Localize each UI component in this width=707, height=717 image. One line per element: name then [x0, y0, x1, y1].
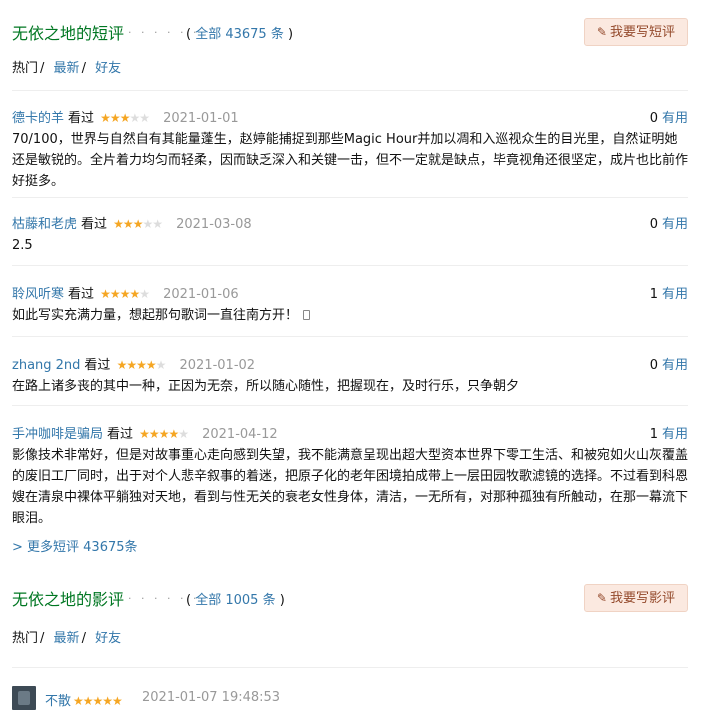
write-short-comment-label: 我要写短评	[609, 25, 675, 40]
short-comments-title: 无依之地的短评	[12, 24, 125, 43]
useful-vote[interactable]: 0 有用	[650, 107, 688, 126]
comment-item: 德卡的羊 看过 ★★★★★ 2021-01-01 0 有用 70/100，世界与自然…	[12, 107, 688, 192]
divider	[12, 265, 688, 266]
watched-label: 看过	[107, 427, 134, 442]
review-time: 2021-01-07 19:48:53	[142, 690, 281, 705]
tab-separator: /	[40, 61, 45, 76]
comment-user[interactable]: zhang 2nd	[12, 358, 80, 373]
all-short-comments-link[interactable]: 全部 43675 条	[195, 27, 284, 42]
useful-vote[interactable]: 1 有用	[650, 423, 688, 442]
comment-text: 影像技术非常好，但是对故事重心走向感到失望，我不能满意呈现出超大型资本世界下零工…	[12, 448, 689, 526]
count-prefix: (	[186, 593, 196, 608]
watched-label: 看过	[84, 358, 111, 373]
useful-count: 1	[649, 427, 658, 442]
tab-separator: /	[81, 61, 86, 76]
tab-friends[interactable]: 好友	[95, 631, 121, 646]
tab-separator: /	[40, 631, 45, 646]
comment-user[interactable]: 枯藤和老虎	[12, 217, 77, 232]
review-user-wrap: 不散 ★★★★★	[45, 690, 123, 709]
comment-user[interactable]: 聆风听寒	[12, 287, 64, 302]
useful-label: 有用	[661, 287, 688, 302]
watched-label: 看过	[68, 287, 95, 302]
comment-text: 如此写实充满力量，想起那句歌词一直往南方开！	[12, 308, 299, 323]
tab-hot[interactable]: 热门	[12, 61, 38, 76]
rating-stars: ★★★★★	[116, 358, 167, 372]
comment-time: 2021-01-02	[179, 358, 256, 373]
review-item: 不散 ★★★★★ 2021-01-07 19:48:53	[12, 686, 688, 712]
short-comments-section: 无依之地的短评 · · · · · · ( 全部 43675 条 ) ✎ 我要写短…	[12, 18, 688, 46]
useful-label: 有用	[661, 427, 688, 442]
tab-latest[interactable]: 最新	[54, 61, 80, 76]
comment-text-wrap: 如此写实充满力量，想起那句歌词一直往南方开！	[12, 305, 688, 326]
tab-hot[interactable]: 热门	[12, 631, 38, 646]
comment-item: 聆风听寒 看过 ★★★★★ 2021-01-06 1 有用 如此写实充满力量，想起那…	[12, 283, 688, 326]
tab-separator: /	[81, 631, 86, 646]
tab-friends[interactable]: 好友	[95, 61, 121, 76]
comment-user[interactable]: 手冲咖啡是骗局	[12, 427, 103, 442]
rating-stars: ★★★★★	[139, 427, 189, 441]
useful-count: 0	[649, 217, 658, 232]
useful-vote[interactable]: 0 有用	[650, 354, 688, 373]
useful-label: 有用	[661, 111, 688, 126]
reviews-count: ( 全部 1005 条 )	[186, 589, 285, 608]
tab-latest[interactable]: 最新	[54, 631, 80, 646]
comment-item: zhang 2nd 看过 ★★★★★ 2021-01-02 0 有用 在路上诸多丧的…	[12, 354, 688, 397]
useful-count: 0	[649, 358, 658, 373]
count-prefix: (	[186, 27, 196, 42]
short-comments-tabs: 热门 / 最新 / 好友	[12, 57, 121, 76]
useful-count: 0	[649, 111, 658, 126]
comment-text: 70/100，世界与自然自有其能量蓬生，赵婷能捕捉到那些Magic Hour并加…	[12, 132, 689, 189]
reviews-section: 无依之地的影评 · · · · · · ( 全部 1005 条 ) ✎ 我要写影评	[12, 584, 688, 612]
mobile-phone-icon	[303, 310, 311, 320]
more-short-comments-link[interactable]: > 更多短评 43675条	[12, 536, 138, 555]
divider	[12, 90, 688, 91]
all-reviews-link[interactable]: 全部 1005 条	[195, 593, 275, 608]
write-review-label: 我要写影评	[609, 591, 675, 606]
divider	[12, 197, 688, 198]
short-comments-count: ( 全部 43675 条 )	[186, 23, 293, 42]
comment-time: 2021-01-01	[163, 111, 239, 126]
rating-stars: ★★★★★	[73, 694, 123, 708]
count-suffix: )	[275, 593, 285, 608]
comment-user[interactable]: 德卡的羊	[12, 111, 64, 126]
short-comments-header: 无依之地的短评 · · · · · · ( 全部 43675 条 ) ✎ 我要写短…	[12, 18, 688, 46]
rating-stars: ★★★★★	[100, 287, 150, 301]
useful-vote[interactable]: 0 有用	[650, 213, 688, 232]
rating-stars: ★★★★★	[113, 217, 163, 231]
comment-text: 在路上诸多丧的其中一种，正因为无奈，所以随心随性，把握现在，及时行乐，只争朝夕	[12, 379, 520, 394]
divider	[12, 667, 688, 668]
comment-time: 2021-03-08	[176, 217, 252, 232]
pencil-icon: ✎	[596, 25, 607, 39]
count-suffix: )	[283, 27, 294, 42]
reviews-tabs: 热门 / 最新 / 好友	[12, 627, 121, 646]
review-user[interactable]: 不散	[45, 694, 71, 709]
comment-text: 2.5	[12, 238, 33, 253]
rating-stars: ★★★★★	[100, 111, 150, 125]
useful-vote[interactable]: 1 有用	[650, 283, 688, 302]
comment-time: 2021-01-06	[163, 287, 239, 302]
pencil-icon: ✎	[596, 591, 607, 605]
divider	[12, 405, 688, 406]
useful-label: 有用	[661, 358, 688, 373]
write-review-button[interactable]: ✎ 我要写影评	[583, 584, 688, 612]
write-short-comment-button[interactable]: ✎ 我要写短评	[583, 18, 688, 46]
avatar[interactable]	[12, 686, 36, 710]
divider	[12, 336, 688, 337]
watched-label: 看过	[68, 111, 95, 126]
useful-label: 有用	[661, 217, 688, 232]
comment-item: 枯藤和老虎 看过 ★★★★★ 2021-03-08 0 有用 2.5	[12, 213, 688, 256]
reviews-header: 无依之地的影评 · · · · · · ( 全部 1005 条 ) ✎ 我要写影评	[12, 584, 688, 612]
comment-time: 2021-04-12	[202, 427, 278, 442]
reviews-title: 无依之地的影评	[12, 590, 125, 609]
comment-item: 手冲咖啡是骗局 看过 ★★★★★ 2021-04-12 1 有用 影像技术非常好，但…	[12, 423, 688, 529]
watched-label: 看过	[81, 217, 108, 232]
useful-count: 1	[649, 287, 658, 302]
